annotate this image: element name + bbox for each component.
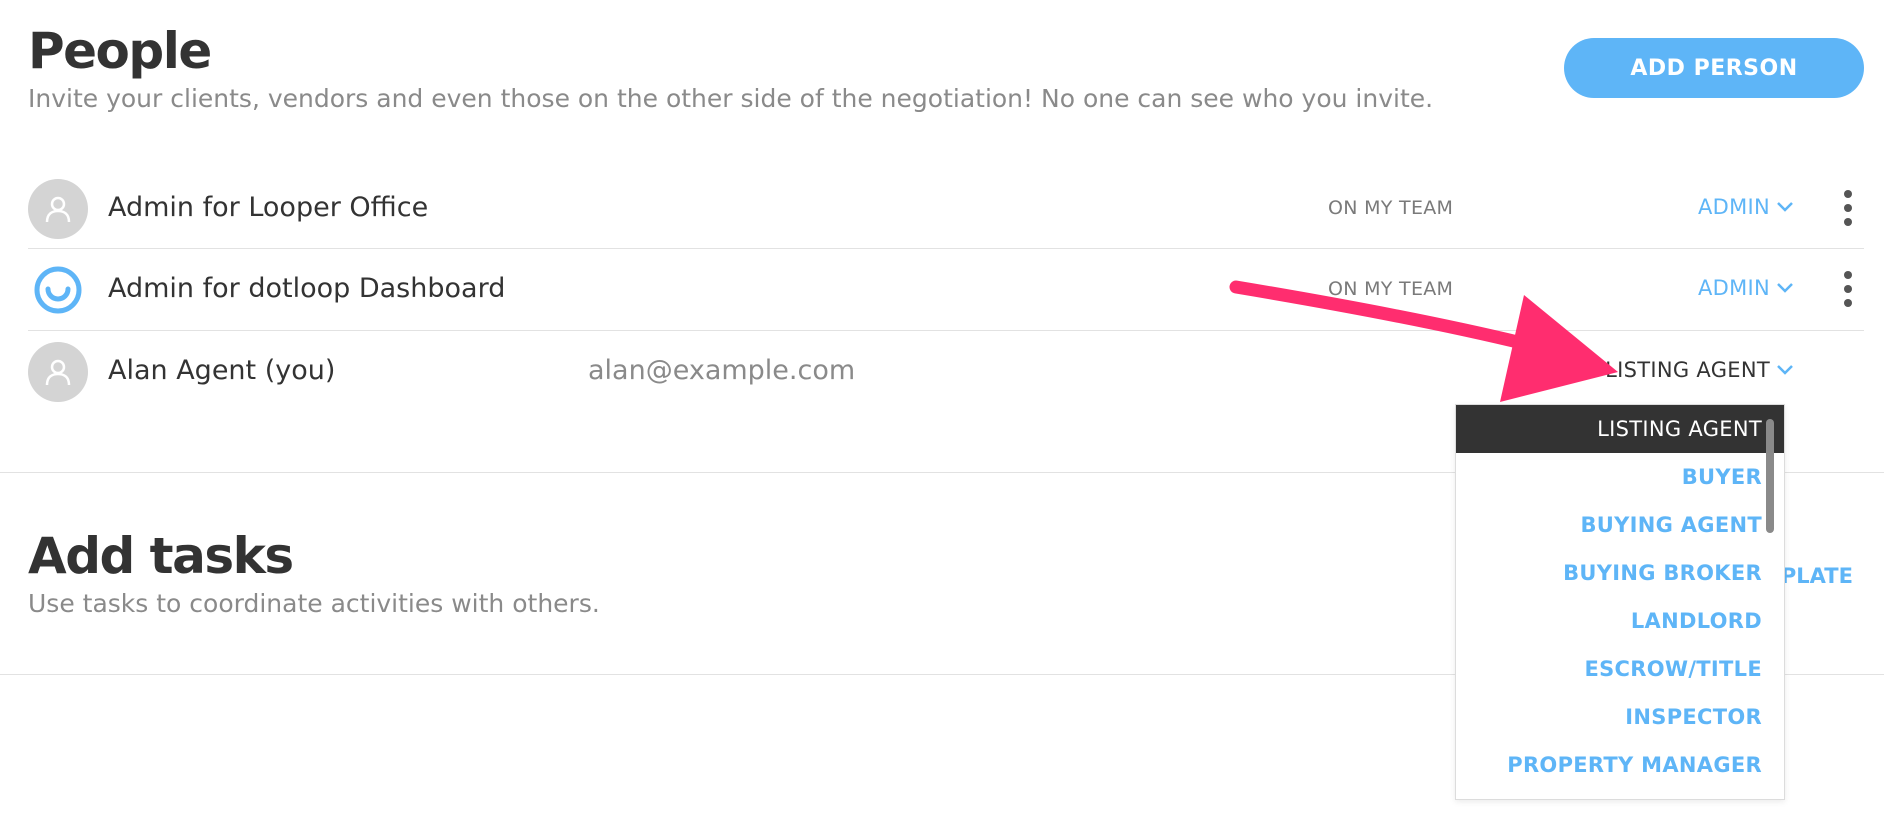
person-row: Admin for dotloop Dashboard ON MY TEAM A… [28, 249, 1864, 330]
dropdown-option-buyer[interactable]: BUYER [1456, 453, 1784, 501]
chevron-down-icon [1777, 365, 1793, 375]
dropdown-scrollbar[interactable] [1766, 419, 1774, 533]
role-label: ADMIN [1697, 195, 1770, 219]
chevron-down-icon [1777, 283, 1793, 293]
tasks-subtitle: Use tasks to coordinate activities with … [28, 589, 600, 618]
role-label: ADMIN [1697, 276, 1770, 300]
dropdown-option-buying-broker[interactable]: BUYING BROKER [1456, 549, 1784, 597]
person-name: Alan Agent (you) [108, 355, 336, 386]
role-label: LISTING AGENT [1605, 358, 1770, 382]
dotloop-logo-icon [28, 260, 88, 320]
more-options-icon[interactable] [1842, 271, 1854, 307]
dropdown-option-landlord[interactable]: LANDLORD [1456, 597, 1784, 645]
user-placeholder-icon [28, 179, 88, 239]
role-select[interactable]: ADMIN [1698, 273, 1794, 303]
person-row: Alan Agent (you) alan@example.com LISTIN… [28, 331, 1864, 412]
team-label: ON MY TEAM [1328, 197, 1454, 219]
dropdown-option-listing-agent[interactable]: LISTING AGENT [1456, 405, 1784, 453]
role-dropdown-menu: LISTING AGENT BUYER BUYING AGENT BUYING … [1455, 404, 1785, 800]
person-name: Admin for Looper Office [108, 192, 429, 223]
team-label: ON MY TEAM [1328, 278, 1454, 300]
page-subtitle: Invite your clients, vendors and even th… [28, 84, 1434, 113]
chevron-down-icon [1777, 202, 1793, 212]
role-select[interactable]: LISTING AGENT [1605, 355, 1794, 385]
page-title: People [28, 22, 212, 80]
role-select[interactable]: ADMIN [1698, 192, 1794, 222]
user-placeholder-icon [28, 342, 88, 402]
person-name: Admin for dotloop Dashboard [108, 273, 506, 304]
dropdown-option-buying-agent[interactable]: BUYING AGENT [1456, 501, 1784, 549]
person-email: alan@example.com [588, 355, 856, 386]
dropdown-option-inspector[interactable]: INSPECTOR [1456, 693, 1784, 741]
tasks-title: Add tasks [28, 527, 294, 585]
add-person-button[interactable]: ADD PERSON [1564, 38, 1864, 98]
dropdown-option-property-manager[interactable]: PROPERTY MANAGER [1456, 741, 1784, 789]
person-row: Admin for Looper Office ON MY TEAM ADMIN [28, 168, 1864, 249]
dropdown-option-escrow-title[interactable]: ESCROW/TITLE [1456, 645, 1784, 693]
more-options-icon[interactable] [1842, 190, 1854, 226]
